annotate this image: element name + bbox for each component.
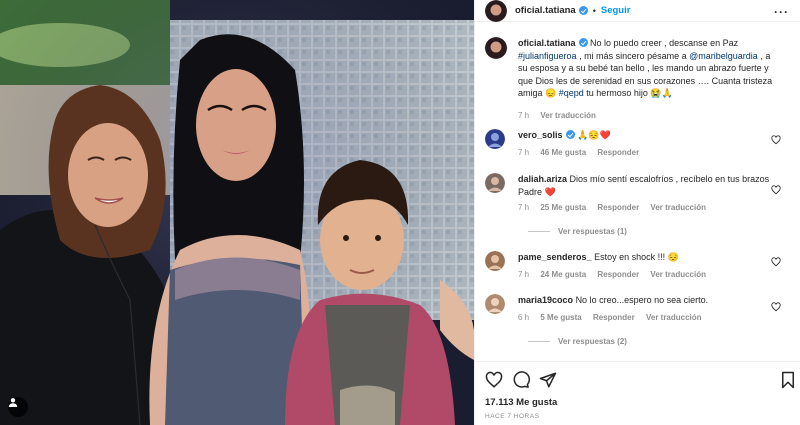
commenter-avatar[interactable]: [485, 173, 505, 193]
comment-likes[interactable]: 46 Me gusta: [540, 148, 586, 157]
commenter-username[interactable]: vero_solis: [518, 130, 563, 140]
author-avatar[interactable]: [485, 0, 507, 22]
reply-button[interactable]: Responder: [597, 203, 639, 212]
more-options-icon[interactable]: ···: [774, 5, 789, 19]
comment-time: 7 h: [518, 148, 530, 157]
comment-text: vero_solis 🙏😔❤️: [518, 129, 773, 142]
like-comment-heart-icon[interactable]: [771, 257, 781, 267]
post-image[interactable]: [0, 0, 474, 425]
caption-text-part: No lo puedo creer , descanse en Paz: [590, 38, 739, 48]
separator-dot: •: [592, 5, 596, 16]
post-time: HACE 7 HORAS: [485, 413, 540, 420]
hashtag-link[interactable]: #qepd: [559, 88, 584, 98]
comment-time: 7 h: [518, 270, 530, 279]
user-tag-icon[interactable]: [8, 397, 28, 417]
likes-count[interactable]: 17.113 Me gusta: [485, 397, 557, 408]
comment-item: daliah.ariza Dios mío sentí escalofríos …: [485, 173, 785, 243]
caption-text-part: tu hermoso hijo 😭🙏: [586, 88, 673, 98]
verified-icon: [578, 6, 588, 15]
reply-button[interactable]: Responder: [593, 313, 635, 322]
caption-text: oficial.tatiana No lo puedo creer , desc…: [518, 37, 773, 100]
comment-meta: 7 h 46 Me gusta Responder: [518, 148, 648, 157]
like-comment-heart-icon[interactable]: [771, 302, 781, 312]
see-translation-button[interactable]: Ver traducción: [650, 270, 706, 279]
see-translation-button[interactable]: Ver traducción: [646, 313, 702, 322]
like-comment-heart-icon[interactable]: [771, 185, 781, 195]
post-header: oficial.tatiana • Seguir ···: [475, 0, 800, 22]
caption-username[interactable]: oficial.tatiana: [518, 38, 576, 48]
author-avatar[interactable]: [485, 37, 507, 59]
view-replies-button[interactable]: Ver respuestas (2): [528, 337, 627, 346]
comment-body: Estoy en shock !!! 😔: [594, 252, 679, 262]
comment-body: No lo creo...espero no sea cierto.: [575, 295, 709, 305]
comment-item: pame_senderos_ Estoy en shock !!! 😔 7 h …: [485, 251, 785, 291]
comment-likes[interactable]: 25 Me gusta: [540, 203, 586, 212]
heart-icon[interactable]: [485, 371, 503, 389]
view-replies-button[interactable]: Ver respuestas (1): [528, 227, 627, 236]
comment-meta: 6 h 5 Me gusta Responder Ver traducción: [518, 313, 711, 322]
share-icon[interactable]: [539, 371, 557, 389]
see-translation-button[interactable]: Ver traducción: [540, 111, 596, 120]
commenter-avatar[interactable]: [485, 251, 505, 271]
verified-icon: [565, 130, 575, 139]
follow-button[interactable]: Seguir: [601, 5, 631, 16]
post-photo-illustration: [0, 0, 474, 425]
reply-button[interactable]: Responder: [597, 148, 639, 157]
author-username[interactable]: oficial.tatiana: [515, 5, 576, 16]
comment-likes[interactable]: 24 Me gusta: [540, 270, 586, 279]
caption-text-part: , mi más sincero pésame a: [579, 50, 687, 61]
comment-likes[interactable]: 5 Me gusta: [540, 313, 581, 322]
comment-text: pame_senderos_ Estoy en shock !!! 😔: [518, 251, 773, 264]
hashtag-link[interactable]: #julianfigueroa: [518, 51, 577, 61]
comment-time: 7 h: [518, 203, 530, 212]
comment-time: 6 h: [518, 313, 530, 322]
bookmark-icon[interactable]: [779, 371, 797, 389]
see-translation-button[interactable]: Ver traducción: [650, 203, 706, 212]
post-panel: oficial.tatiana • Seguir ··· oficial.tat…: [474, 0, 800, 425]
like-comment-heart-icon[interactable]: [771, 135, 781, 145]
comment-meta: 7 h 24 Me gusta Responder Ver traducción: [518, 270, 715, 279]
reply-button[interactable]: Responder: [597, 270, 639, 279]
commenter-avatar[interactable]: [485, 294, 505, 314]
commenter-username[interactable]: daliah.ariza: [518, 174, 567, 184]
comment-item: maria19coco No lo creo...espero no sea c…: [485, 294, 785, 354]
commenter-username[interactable]: pame_senderos_: [518, 252, 592, 262]
caption-meta: 7 h Ver traducción: [518, 111, 605, 120]
verified-icon: [578, 38, 588, 47]
comment-body: 🙏😔❤️: [577, 130, 611, 140]
commenter-username[interactable]: maria19coco: [518, 295, 573, 305]
comments-section: oficial.tatiana No lo puedo creer , desc…: [475, 29, 800, 360]
comment-item: vero_solis 🙏😔❤️ 7 h 46 Me gusta Responde…: [485, 129, 785, 169]
comment-text: maria19coco No lo creo...espero no sea c…: [518, 294, 773, 307]
commenter-avatar[interactable]: [485, 129, 505, 149]
caption: oficial.tatiana No lo puedo creer , desc…: [485, 37, 785, 125]
comment-meta: 7 h 25 Me gusta Responder Ver traducción: [518, 203, 715, 212]
post-actions: 17.113 Me gusta HACE 7 HORAS: [475, 361, 800, 425]
mention-link[interactable]: @maribelguardia: [689, 51, 758, 61]
caption-time: 7 h: [518, 111, 530, 120]
comment-text: daliah.ariza Dios mío sentí escalofríos …: [518, 173, 773, 198]
comment-icon[interactable]: [512, 371, 530, 389]
